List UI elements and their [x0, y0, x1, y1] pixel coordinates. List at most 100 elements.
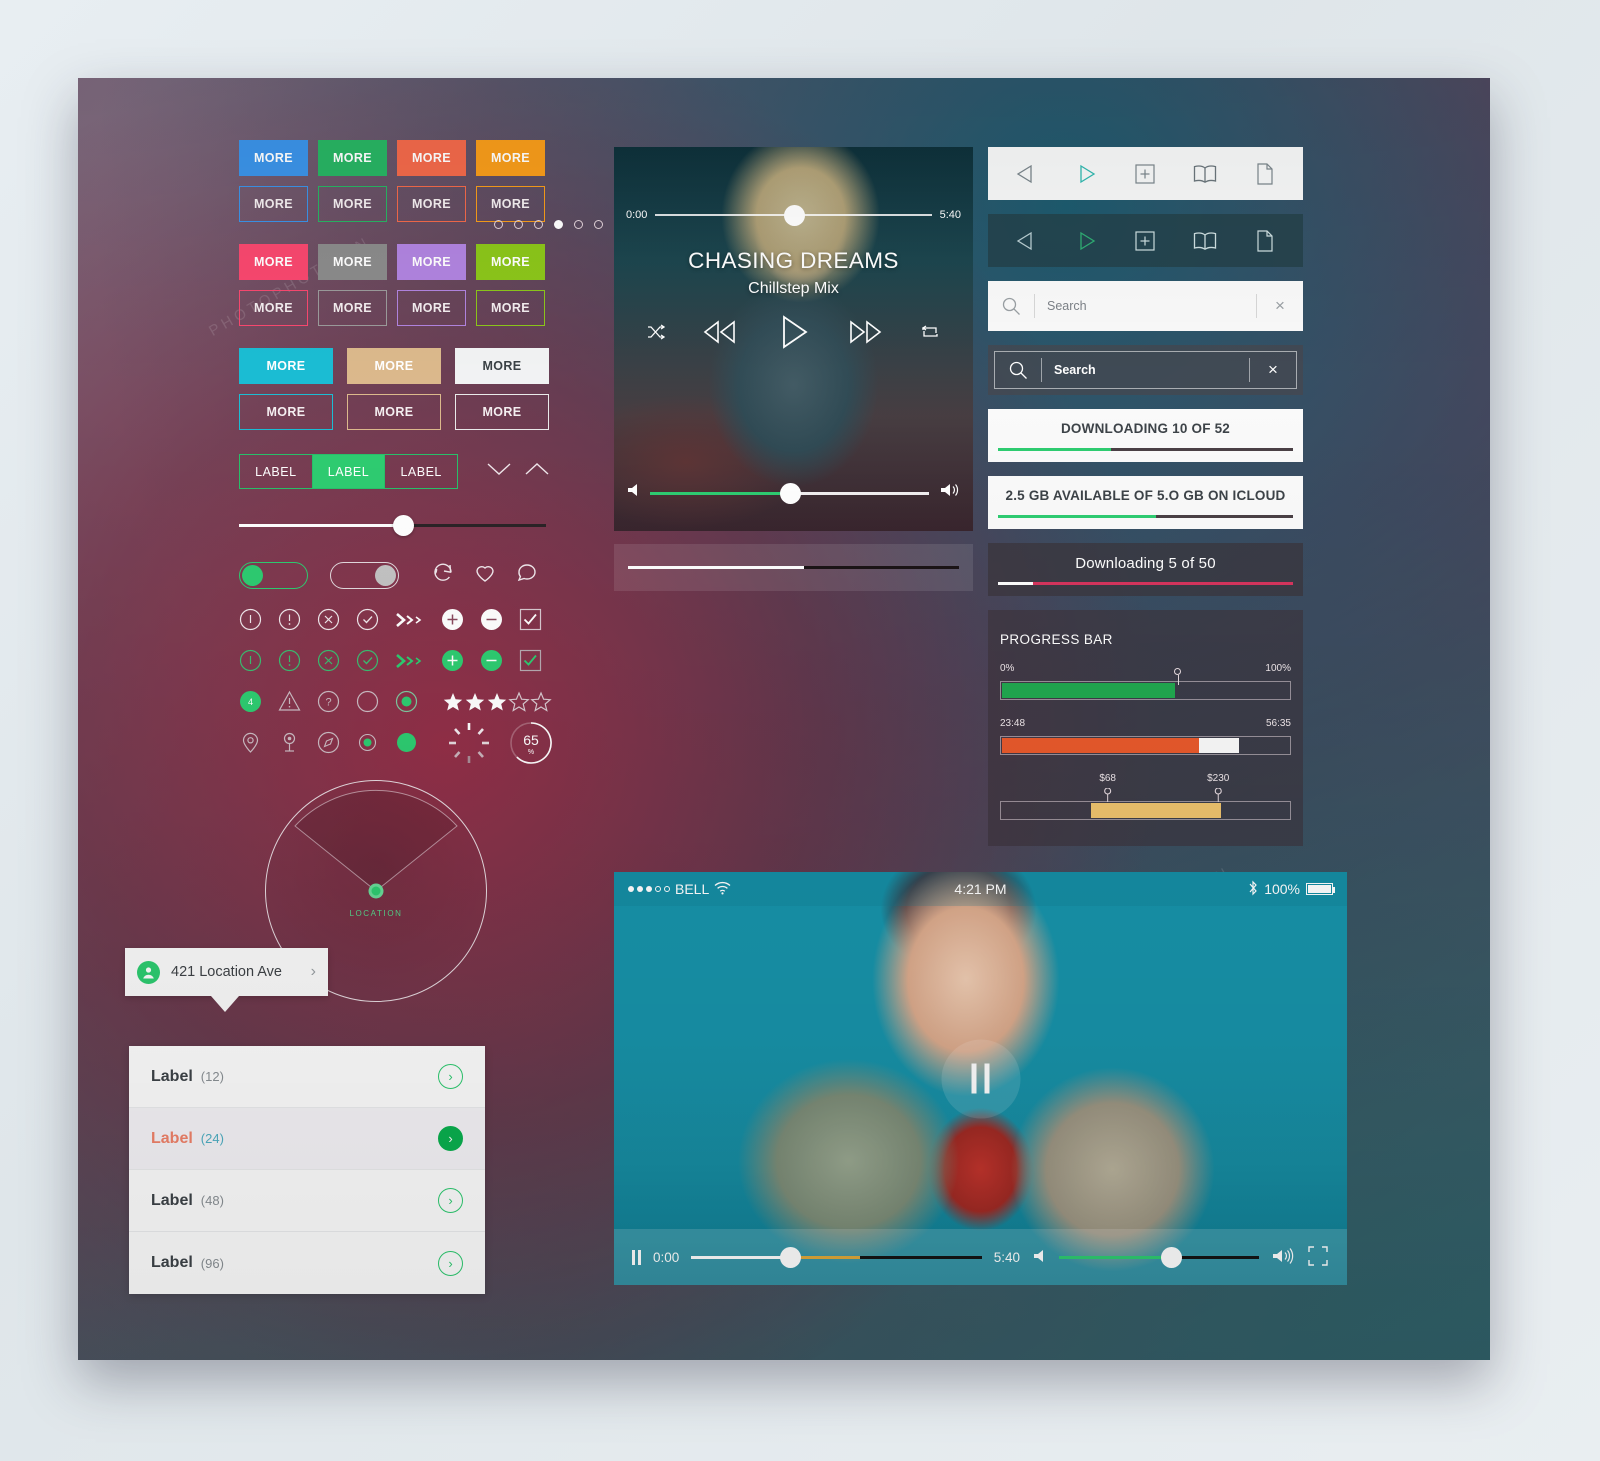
- range-slider[interactable]: [239, 515, 546, 536]
- clear-search-icon[interactable]: ×: [1250, 360, 1296, 380]
- heart-icon[interactable]: [473, 561, 497, 590]
- more-button-gray[interactable]: MORE: [318, 244, 387, 280]
- checkbox-checked-white-icon[interactable]: [519, 608, 542, 631]
- more-button-cyan[interactable]: MORE: [239, 348, 333, 384]
- video-volume-slider[interactable]: [1059, 1247, 1259, 1268]
- pagination-dot[interactable]: [594, 220, 603, 229]
- star-rating[interactable]: [442, 690, 554, 713]
- list-item[interactable]: Label (12) ›: [129, 1046, 485, 1108]
- shuffle-icon[interactable]: [647, 324, 666, 345]
- segment-label-2[interactable]: LABEL: [312, 455, 386, 488]
- pagination-dot[interactable]: [494, 220, 503, 229]
- plus-circle-green-icon[interactable]: [441, 649, 464, 672]
- book-icon[interactable]: [1189, 225, 1221, 257]
- more-button-lime-outline[interactable]: MORE: [476, 290, 545, 326]
- chevron-right-circle-icon[interactable]: ›: [438, 1250, 463, 1276]
- pagination-dot[interactable]: [514, 220, 523, 229]
- more-button-green[interactable]: MORE: [318, 140, 387, 176]
- more-button-lime[interactable]: MORE: [476, 244, 545, 280]
- radio-unchecked-icon[interactable]: [356, 690, 379, 713]
- back-triangle-icon[interactable]: [1010, 158, 1042, 190]
- help-circle-icon[interactable]: ?: [317, 690, 340, 713]
- more-button-coral[interactable]: MORE: [397, 140, 466, 176]
- chevron-right-circle-icon[interactable]: ›: [438, 1188, 463, 1213]
- volume-mute-icon[interactable]: [1032, 1248, 1047, 1267]
- repeat-icon[interactable]: [920, 324, 940, 345]
- more-button-green-outline[interactable]: MORE: [318, 186, 387, 222]
- toggle-switch-off[interactable]: [330, 562, 399, 589]
- fullscreen-icon[interactable]: [1307, 1245, 1329, 1270]
- fast-forward-chevrons-green-icon[interactable]: [395, 649, 425, 672]
- pagination-dot-active[interactable]: [554, 220, 563, 229]
- seek-handle[interactable]: [780, 1247, 802, 1268]
- progress-track-2[interactable]: [1000, 736, 1291, 755]
- more-button-pink-outline[interactable]: MORE: [239, 290, 308, 326]
- small-radio-dot-icon[interactable]: [356, 731, 379, 754]
- search-input[interactable]: Search: [1042, 363, 1249, 377]
- music-seek-slider[interactable]: [655, 205, 932, 226]
- check-circle-icon[interactable]: [356, 608, 379, 631]
- filled-dot-icon[interactable]: [395, 731, 418, 754]
- more-button-tan-outline[interactable]: MORE: [347, 394, 441, 430]
- pagination-dot[interactable]: [534, 220, 543, 229]
- more-button-pink[interactable]: MORE: [239, 244, 308, 280]
- exclamation-circle-icon[interactable]: [278, 608, 301, 631]
- chevron-down-icon[interactable]: [486, 460, 512, 483]
- info-circle-green-icon[interactable]: [239, 649, 262, 672]
- more-button-orange[interactable]: MORE: [476, 140, 545, 176]
- progress-track-3[interactable]: [1000, 801, 1291, 820]
- search-bar-light[interactable]: Search ×: [988, 281, 1303, 331]
- exclamation-circle-green-icon[interactable]: [278, 649, 301, 672]
- previous-icon[interactable]: [703, 319, 737, 350]
- minus-circle-green-icon[interactable]: [480, 649, 503, 672]
- chevron-right-circle-filled-icon[interactable]: ›: [438, 1126, 463, 1151]
- map-pin-icon[interactable]: [239, 731, 262, 754]
- video-seek-slider[interactable]: [691, 1247, 982, 1268]
- search-input[interactable]: Search: [1035, 299, 1256, 313]
- more-button-orange-outline[interactable]: MORE: [476, 186, 545, 222]
- close-circle-icon[interactable]: [317, 608, 340, 631]
- more-button-white-outline[interactable]: MORE: [455, 394, 549, 430]
- plus-box-icon[interactable]: [1129, 158, 1161, 190]
- toggle-switch-on[interactable]: [239, 562, 308, 589]
- more-button-purple-outline[interactable]: MORE: [397, 290, 466, 326]
- chevron-up-icon[interactable]: [524, 460, 550, 483]
- progress-track-1[interactable]: [1000, 668, 1291, 700]
- mini-progress-bar[interactable]: [614, 544, 973, 591]
- page-icon[interactable]: [1249, 225, 1281, 257]
- refresh-icon[interactable]: [431, 561, 455, 590]
- more-button-tan[interactable]: MORE: [347, 348, 441, 384]
- comment-icon[interactable]: [515, 561, 539, 590]
- more-button-coral-outline[interactable]: MORE: [397, 186, 466, 222]
- list-item[interactable]: Label (24) ›: [129, 1108, 485, 1170]
- list-item[interactable]: Label (96) ›: [129, 1232, 485, 1294]
- more-button-white[interactable]: MORE: [455, 348, 549, 384]
- book-icon[interactable]: [1189, 158, 1221, 190]
- segment-label-1[interactable]: LABEL: [240, 455, 313, 488]
- more-button-purple[interactable]: MORE: [397, 244, 466, 280]
- volume-up-icon[interactable]: [939, 481, 961, 504]
- chevron-right-icon[interactable]: ›: [311, 963, 316, 981]
- badge-count-icon[interactable]: 4: [239, 690, 262, 713]
- segment-label-3[interactable]: LABEL: [385, 455, 457, 488]
- more-button-blue-outline[interactable]: MORE: [239, 186, 308, 222]
- list-item[interactable]: Label (48) ›: [129, 1170, 485, 1232]
- search-bar-dark[interactable]: Search ×: [988, 345, 1303, 395]
- close-circle-green-icon[interactable]: [317, 649, 340, 672]
- info-circle-icon[interactable]: [239, 608, 262, 631]
- play-triangle-icon[interactable]: [1070, 158, 1102, 190]
- fast-forward-chevrons-icon[interactable]: [395, 608, 425, 631]
- more-button-gray-outline[interactable]: MORE: [318, 290, 387, 326]
- plus-circle-filled-icon[interactable]: [441, 608, 464, 631]
- check-circle-green-icon[interactable]: [356, 649, 379, 672]
- radio-checked-icon[interactable]: [395, 690, 418, 713]
- chevron-right-circle-icon[interactable]: ›: [438, 1064, 463, 1089]
- play-icon[interactable]: [776, 314, 810, 355]
- clear-search-icon[interactable]: ×: [1257, 296, 1303, 316]
- back-triangle-icon[interactable]: [1010, 225, 1042, 257]
- volume-slider[interactable]: [650, 482, 929, 504]
- plus-box-icon[interactable]: [1129, 225, 1161, 257]
- next-icon[interactable]: [848, 319, 882, 350]
- minus-circle-filled-icon[interactable]: [480, 608, 503, 631]
- more-button-cyan-outline[interactable]: MORE: [239, 394, 333, 430]
